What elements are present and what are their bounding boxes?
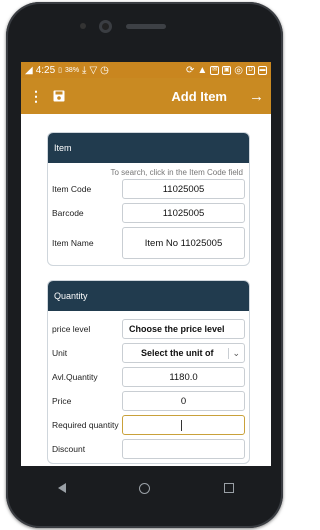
- app-icon: D: [246, 65, 255, 75]
- required-quantity-input[interactable]: [122, 415, 245, 435]
- price-level-value: Choose the price level: [129, 324, 225, 334]
- price-level-select[interactable]: Choose the price level: [122, 319, 245, 339]
- item-name-label: Item Name: [52, 238, 94, 248]
- discount-field[interactable]: [122, 439, 245, 459]
- discount-row: Discount: [48, 439, 249, 459]
- proximity-sensor: [80, 23, 86, 29]
- search-hint: To search, click in the Item Code field: [110, 168, 243, 177]
- quantity-card-header: Quantity: [48, 281, 249, 311]
- download-icon: ⤓: [82, 64, 87, 76]
- nav-bar: [21, 466, 271, 510]
- item-code-field[interactable]: 11025005: [122, 179, 245, 199]
- alarm-icon: ◷: [100, 64, 109, 76]
- message-icon: ▬: [258, 65, 267, 75]
- price-level-label: price level: [52, 324, 91, 334]
- item-name-row: Item Name Item No 11025005: [48, 227, 249, 259]
- required-quantity-label: Required quantity: [52, 420, 119, 430]
- price-field[interactable]: 0: [122, 391, 245, 411]
- save-icon[interactable]: [53, 89, 67, 103]
- status-bar: ◢ 4:25 ▯ 38% ⤓ ▽ ◷ ⟳ ▲ ✉ ▣ ◎ D ▬: [21, 62, 271, 78]
- front-camera: [99, 20, 112, 33]
- unit-label: Unit: [52, 348, 68, 358]
- status-time: 4:25: [35, 64, 56, 76]
- barcode-field[interactable]: 11025005: [122, 203, 245, 223]
- unit-value: Select the unit of: [141, 348, 214, 358]
- warning-icon: ▲: [197, 64, 208, 76]
- required-quantity-row: Required quantity: [48, 415, 249, 435]
- item-code-row: Item Code 11025005: [48, 179, 249, 199]
- barcode-row: Barcode 11025005: [48, 203, 249, 223]
- quantity-card: Quantity price level Choose the price le…: [47, 280, 250, 464]
- signal-icon: ◢: [25, 64, 33, 76]
- unit-row: Unit Select the unit of ⌄: [48, 343, 249, 363]
- item-card-header: Item: [48, 133, 249, 163]
- page-title: Add Item: [171, 88, 227, 104]
- sync-icon: ⟳: [185, 64, 195, 76]
- barcode-label: Barcode: [52, 208, 84, 218]
- arrow-right-icon[interactable]: →: [249, 88, 264, 105]
- mail-icon: ✉: [210, 65, 220, 75]
- battery-level: 38%: [65, 66, 80, 74]
- item-code-label: Item Code: [52, 184, 92, 194]
- home-icon[interactable]: [139, 482, 151, 494]
- price-label: Price: [52, 396, 72, 406]
- item-name-field[interactable]: Item No 11025005: [122, 227, 245, 259]
- text-caret: [181, 419, 182, 431]
- back-icon[interactable]: [57, 483, 66, 493]
- price-row: Price 0: [48, 391, 249, 411]
- discount-label: Discount: [52, 444, 86, 454]
- avl-quantity-row: Avl.Quantity 1180.0: [48, 367, 249, 387]
- earpiece-speaker: [126, 24, 166, 29]
- recent-apps-icon[interactable]: [224, 483, 235, 493]
- wifi-icon: ▽: [89, 64, 98, 76]
- form-content: Item To search, click in the Item Code f…: [21, 114, 271, 466]
- price-level-row: price level Choose the price level: [48, 319, 249, 339]
- battery-icon: ▯: [58, 67, 63, 74]
- whatsapp-icon: ◎: [234, 64, 243, 76]
- chevron-down-icon: ⌄: [228, 347, 240, 359]
- avl-quantity-label: Avl.Quantity: [52, 372, 98, 382]
- item-card: Item To search, click in the Item Code f…: [47, 132, 250, 266]
- screen: ◢ 4:25 ▯ 38% ⤓ ▽ ◷ ⟳ ▲ ✉ ▣ ◎ D ▬ ⋮ Add I…: [21, 62, 271, 466]
- more-vert-icon[interactable]: ⋮: [29, 89, 43, 103]
- app-bar: ⋮ Add Item →: [21, 78, 271, 114]
- image-icon: ▣: [222, 65, 232, 75]
- avl-quantity-field[interactable]: 1180.0: [122, 367, 245, 387]
- unit-select[interactable]: Select the unit of ⌄: [122, 343, 245, 363]
